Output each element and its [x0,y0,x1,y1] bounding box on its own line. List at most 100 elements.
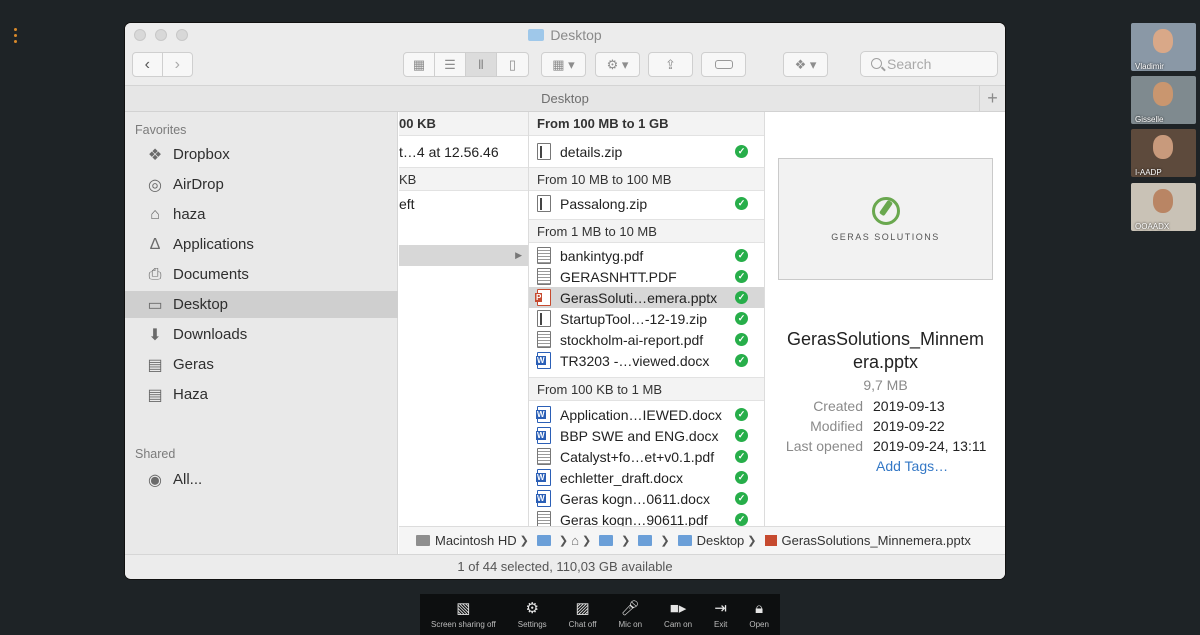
file-name: echletter_draft.docx [560,469,683,486]
list-item-selected-folder[interactable]: ▶ [399,245,528,266]
participant-tile[interactable]: OOAADX [1131,183,1196,231]
path-bar: Macintosh HD ❯ ❯ ⌂ ❯ ❯ ❯ Desktop ❯ Geras… [399,526,1005,554]
meta-modified: Modified 2019-09-22 [766,418,1005,438]
sidebar-item-dropbox[interactable]: ❖ Dropbox [125,141,398,168]
sync-check-icon: ✓ [735,291,748,304]
folder-icon[interactable] [638,535,653,546]
participant-tile[interactable]: Gisselle [1131,76,1196,124]
path-item-file[interactable]: GerasSolutions_Minnemera.pptx [782,533,971,548]
file-row[interactable]: BBP SWE and ENG.docx ✓ [529,425,764,446]
column-view-button[interactable]: Ⅱ [466,53,497,76]
file-row[interactable]: stockholm-ai-report.pdf ✓ [529,329,764,350]
control-label: Open [749,620,769,629]
sidebar-item-desktop[interactable]: ▭ Desktop [125,291,398,318]
file-row[interactable]: details.zip ✓ [529,141,764,162]
group-header: From 10 MB to 100 MB [529,167,764,191]
participant-tile[interactable]: Vladimir [1131,23,1196,71]
meta-value: 2019-09-22 [873,418,945,434]
column-parent: 00 KB t…4 at 12.56.46 KB eft ▶ [399,112,529,554]
file-name: Application…IEWED.docx [560,406,722,423]
preview-file-name-line: GerasSolutions_Minnem [786,329,985,349]
file-row[interactable]: GERASNHTT.PDF ✓ [529,266,764,287]
desktop-icon: ▭ [147,296,163,314]
window-title-text: Desktop [550,27,602,43]
path-item-disk[interactable]: Macintosh HD [435,533,517,548]
dropbox-folder-icon[interactable] [599,535,614,546]
file-row[interactable]: Application…IEWED.docx ✓ [529,404,764,425]
chevron-right-icon: › [174,55,180,73]
home-icon[interactable]: ⌂ [571,533,579,548]
icon-view-button[interactable]: ▦ [404,53,435,76]
sidebar-item-haza-folder[interactable]: ▤ Haza [125,381,398,408]
dropbox-icon: ❖ [147,146,163,164]
tag-icon [714,60,733,69]
airdrop-icon: ◎ [148,176,162,194]
share-button[interactable]: ⇪ [648,52,693,77]
file-row[interactable]: Geras kogn…0611.docx ✓ [529,488,764,509]
back-button[interactable]: ‹ [133,53,163,76]
file-row-selected[interactable]: GerasSoluti…emera.pptx ✓ [529,287,764,308]
window-title: Desktop [125,27,1005,43]
file-row[interactable]: Passalong.zip ✓ [529,193,764,214]
search-icon [871,58,882,69]
forward-button[interactable]: › [163,53,192,76]
sidebar-item-haza-home[interactable]: ⌂ haza [125,201,398,228]
path-item-desktop[interactable]: Desktop [697,533,745,548]
file-name: Passalong.zip [560,195,648,212]
sidebar-item-label: All... [173,471,203,488]
participant-name: I-AADP [1135,168,1162,177]
new-tab-button[interactable]: + [979,86,1005,112]
sidebar-item-label: haza [173,206,206,223]
sidebar-item-airdrop[interactable]: ◎ AirDrop [125,171,398,198]
list-item[interactable]: eft [399,193,528,214]
file-row[interactable]: Catalyst+fo…et+v0.1.pdf ✓ [529,446,764,467]
gallery-icon: ▯ [508,56,517,72]
folder-icon: ▤ [147,386,163,404]
exit-button[interactable]: ⇥ Exit [714,600,727,629]
zip-file-icon [537,310,551,327]
dropbox-menu-button[interactable]: ❖ ▾ [783,52,828,77]
sidebar-item-applications[interactable]: ∆ Applications [125,231,398,258]
participant-tile[interactable]: I-AADP [1131,129,1196,177]
sync-check-icon: ✓ [735,333,748,346]
participant-video [1153,189,1173,213]
path-separator-icon: ❯ [660,535,670,547]
sidebar-item-documents[interactable]: ⎙ Documents [125,261,398,288]
camera-toggle[interactable]: ■▸ Cam on [664,600,692,629]
tab-desktop[interactable]: Desktop [541,91,589,106]
list-view-button[interactable]: ☰ [435,53,466,76]
file-row[interactable]: echletter_draft.docx ✓ [529,467,764,488]
chat-off-icon: ▨ [575,600,590,617]
add-tags-link[interactable]: Add Tags… [876,458,948,474]
gallery-view-button[interactable]: ▯ [497,53,528,76]
app-menu-icon[interactable] [14,28,18,46]
file-name: GERASNHTT.PDF [560,268,677,285]
settings-button[interactable]: ⚙ Settings [518,600,547,629]
list-item[interactable]: t…4 at 12.56.46 [399,141,528,162]
sidebar-item-all-shared[interactable]: ◉ All... [125,466,398,493]
sidebar-item-geras[interactable]: ▤ Geras [125,351,398,378]
pdf-file-icon [537,247,551,264]
mic-toggle[interactable]: 🎤︎ Mic on [619,600,643,629]
screen-sharing-toggle[interactable]: ▧ Screen sharing off [431,600,496,629]
participant-video [1153,29,1173,53]
file-row[interactable]: bankintyg.pdf ✓ [529,245,764,266]
disclosure-arrow-icon: ▶ [515,250,522,260]
file-thumbnail[interactable]: GERAS SOLUTIONS [778,158,993,280]
network-icon: ◉ [148,471,162,489]
sidebar-item-label: Desktop [173,296,229,313]
sidebar-item-label: Haza [173,386,209,403]
applications-icon: ∆ [150,235,160,253]
file-row[interactable]: TR3203 -…viewed.docx ✓ [529,350,764,371]
chat-toggle[interactable]: ▨ Chat off [569,600,597,629]
open-lock-button[interactable]: 🔒︎ Open [749,600,769,629]
group-by-button[interactable]: ▦ ▾ [541,52,586,77]
action-button[interactable]: ⚙ ▾ [595,52,640,77]
search-field[interactable]: Search [860,51,998,77]
tags-button[interactable] [701,52,746,77]
file-row[interactable]: StartupTool…-12-19.zip ✓ [529,308,764,329]
lock-icon: 🔒︎ [755,600,764,617]
path-separator-icon: ❯ [558,535,569,547]
sidebar-item-downloads[interactable]: ⬇ Downloads [125,321,398,348]
users-folder-icon[interactable] [536,535,551,546]
